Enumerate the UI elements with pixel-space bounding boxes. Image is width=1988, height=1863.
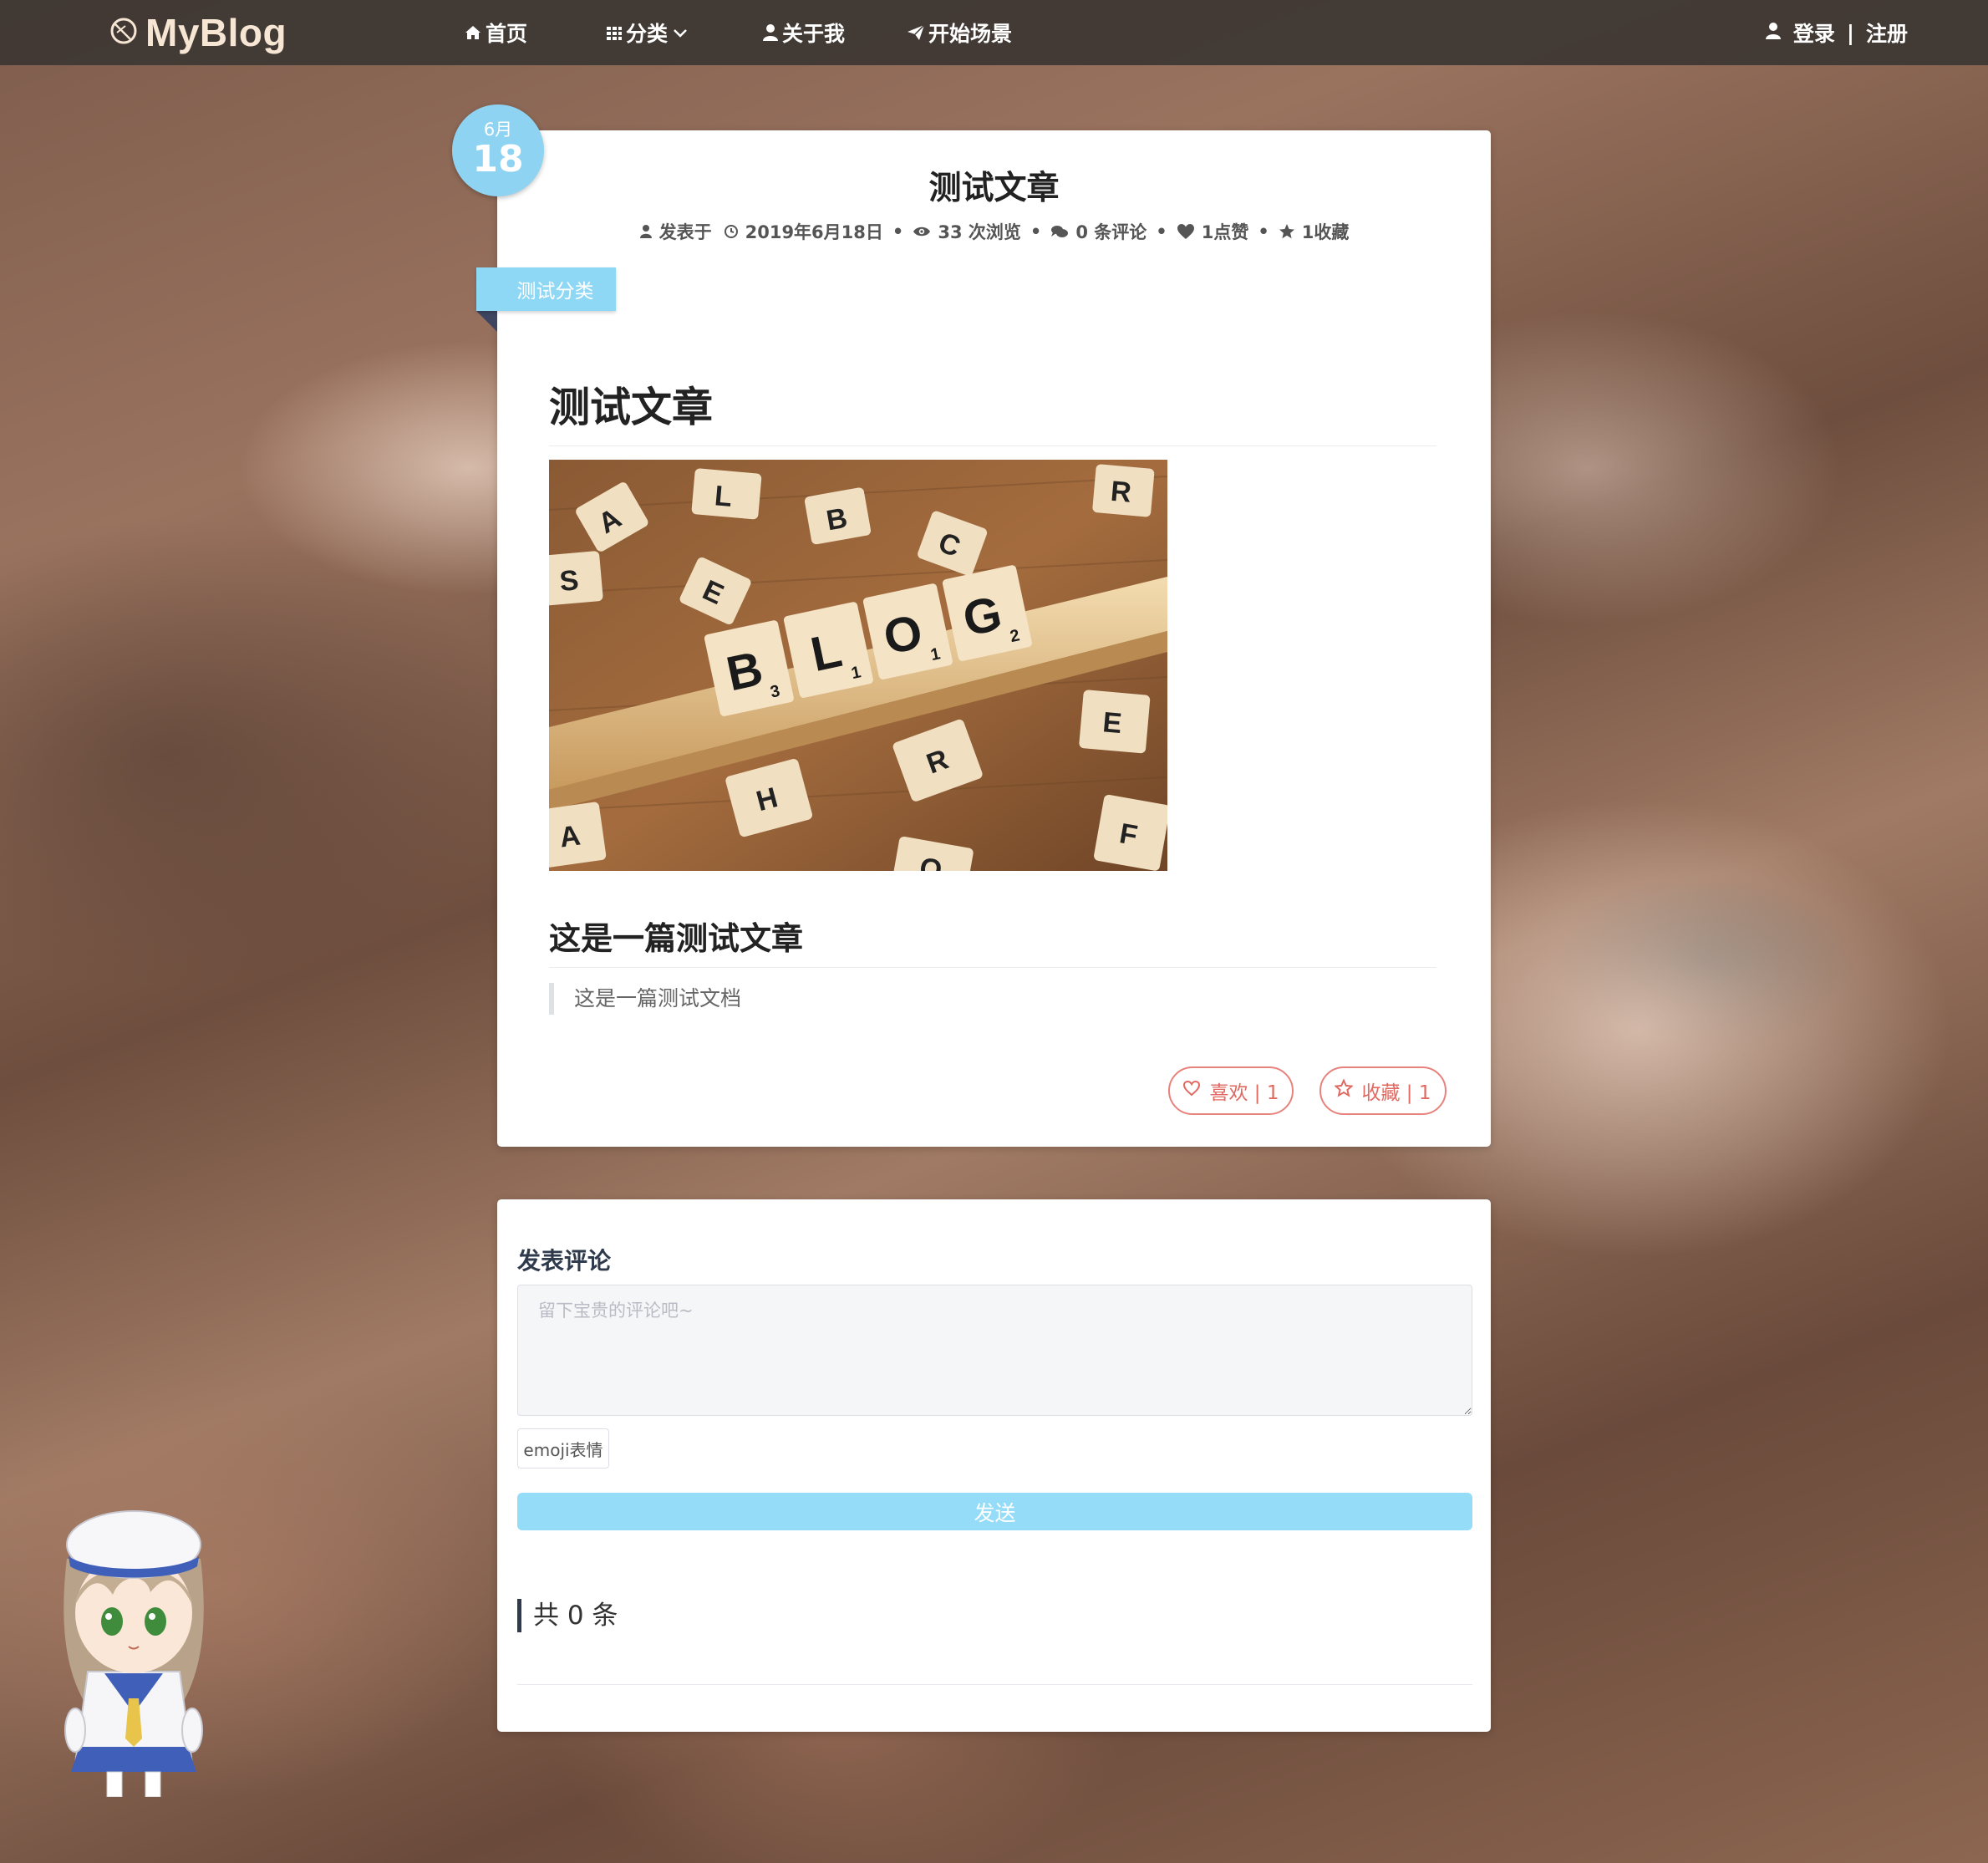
send-button[interactable]: 发送 [517,1493,1472,1530]
user-icon [762,23,779,42]
favorite-count: 1收藏 [1301,222,1350,242]
comment-divider [517,1684,1472,1685]
home-icon [464,23,482,42]
svg-text:S: S [558,564,580,598]
nav-category-label: 分类 [626,22,669,46]
emoji-button[interactable]: emoji表情 [517,1428,609,1469]
auth-links: 登录 | 注册 [1765,15,1908,50]
date-badge: 6月 18 [452,104,544,196]
comment-total: 共 0 条 [517,1599,618,1632]
auth-separator: | [1846,20,1854,45]
article-card: 测试文章 发表于 2019年6月18日 • 33 次浏览 • 0 条评论 • 1… [497,130,1491,1147]
favorite-button-label: 收藏 | 1 [1361,1082,1431,1104]
account-icon [1765,21,1782,45]
heart-outline-icon [1182,1080,1201,1102]
star-outline-icon [1334,1078,1355,1102]
article-meta: 发表于 2019年6月18日 • 33 次浏览 • 0 条评论 • 1点赞 • … [497,219,1491,244]
anime-mascot-widget[interactable] [42,1479,226,1798]
category-tag-fold [476,311,497,332]
content-quote: 这是一篇测试文档 [549,983,1436,1015]
clock-icon [724,224,739,239]
like-count: 1点赞 [1201,222,1249,242]
favorite-button[interactable]: 收藏 | 1 [1319,1066,1447,1115]
category-tag[interactable]: 测试分类 [476,267,616,311]
svg-text:L: L [714,480,734,513]
top-navbar: MyBlog 首页 分类 关于我 开始场景 登录 | 注册 [0,0,1988,65]
nav-category-dropdown[interactable]: 分类 [606,15,689,50]
meta-bullet: • [1258,221,1269,242]
nav-home-label: 首页 [486,22,528,46]
view-count: 33 次浏览 [938,222,1021,242]
paper-plane-icon [907,23,925,42]
date-day: 18 [472,138,524,181]
svg-text:R: R [1110,476,1133,509]
lemon-logo-icon [109,16,139,49]
nav-about[interactable]: 关于我 [762,15,845,50]
date-month: 6月 [483,120,513,140]
nav-home[interactable]: 首页 [464,15,527,50]
nav-start-scene-label: 开始场景 [928,22,1013,46]
eye-icon [913,225,931,238]
brand-logo[interactable]: MyBlog [109,7,287,59]
content-subheading: 这是一篇测试文章 [549,913,1436,968]
meta-bullet: • [892,221,904,242]
grid-icon [606,24,623,41]
heart-icon [1177,223,1195,240]
svg-text:E: E [1101,706,1123,740]
brand-name: MyBlog [145,11,287,54]
like-button[interactable]: 喜欢 | 1 [1168,1066,1294,1115]
login-link[interactable]: 登录 [1793,18,1835,48]
article-title: 测试文章 [928,170,1060,207]
comments-icon [1050,224,1069,239]
meta-bullet: • [1156,221,1167,242]
post-date: 2019年6月18日 [745,222,883,242]
comment-count: 0 条评论 [1075,222,1147,242]
meta-bullet: • [1030,221,1042,242]
star-icon [1279,223,1295,240]
comment-card: 发表评论 emoji表情 发送 共 0 条 [497,1199,1491,1732]
comment-title: 发表评论 [517,1247,612,1275]
register-link[interactable]: 注册 [1866,18,1908,48]
svg-text:A: A [557,820,582,854]
like-button-label: 喜欢 | 1 [1209,1082,1279,1104]
nav-start-scene[interactable]: 开始场景 [907,15,1012,50]
content-heading: 测试文章 [549,374,1436,446]
posted-label: 发表于 [658,222,712,242]
blog-scrabble-image: A L B C R S E E H R F A O B3 L1 O1 G2 [549,460,1167,871]
nav-about-label: 关于我 [782,22,846,46]
author-icon [639,224,653,239]
comment-textarea[interactable] [517,1285,1472,1416]
chevron-down-icon [671,23,689,42]
